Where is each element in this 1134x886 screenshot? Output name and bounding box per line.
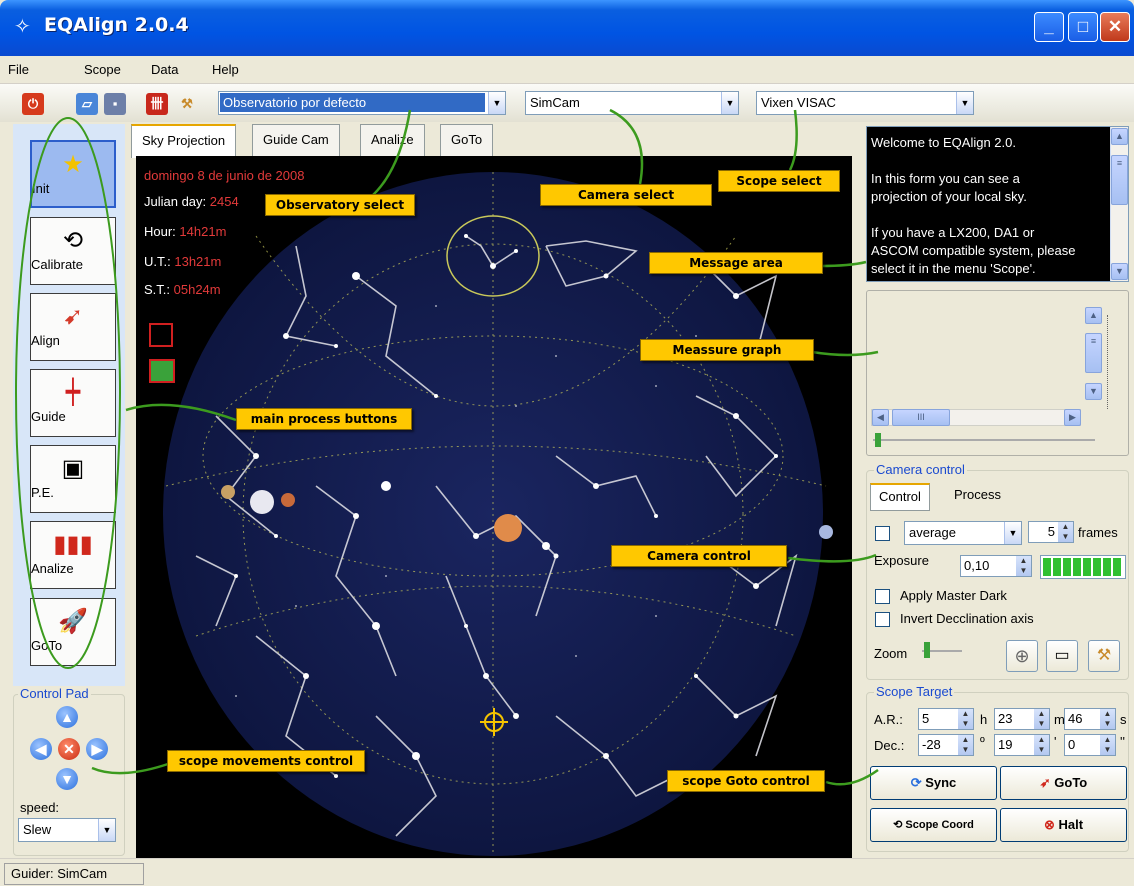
stop-icon: ⊗ bbox=[1043, 817, 1055, 832]
stepper-icon: ▲ ▼ bbox=[958, 709, 973, 729]
exposure-label: Exposure bbox=[874, 553, 929, 568]
crosshair-icon[interactable]: ⊕ bbox=[1006, 640, 1038, 672]
stepper-icon: ▲ ▼ bbox=[1034, 735, 1049, 755]
measure-graph: ▲ ≡ ▼ ◀ III ▶ bbox=[866, 290, 1129, 456]
stepper-icon: ▲ ▼ bbox=[1058, 522, 1073, 542]
average-checkbox[interactable] bbox=[875, 526, 890, 541]
ut-row: U.T.: 13h21m bbox=[144, 254, 222, 269]
chevron-right-icon[interactable]: ▶ bbox=[1064, 409, 1081, 426]
calibrate-icon: ⟲ bbox=[893, 819, 903, 831]
callout-camera-control: Camera control bbox=[611, 545, 787, 567]
invert-dec-label: Invert Decclination axis bbox=[900, 611, 1034, 626]
chevron-up-icon[interactable]: ▲ bbox=[1111, 128, 1128, 145]
dec-degrees-stepper[interactable]: -28 ▲ ▼ bbox=[918, 734, 974, 756]
rocket-icon: ➶ bbox=[1039, 775, 1051, 790]
callout-scope: Scope select bbox=[718, 170, 840, 192]
graph-slider[interactable] bbox=[873, 439, 1095, 441]
callout-observatory: Observatory select bbox=[265, 194, 415, 216]
callout-measure: Meassure graph bbox=[640, 339, 814, 361]
dec-minutes-unit: ' bbox=[1054, 734, 1057, 749]
camera-icon[interactable]: ▭ bbox=[1046, 640, 1078, 672]
scroll-thumb[interactable]: ≡ bbox=[1111, 155, 1128, 205]
stepper-icon: ▲ ▼ bbox=[1016, 556, 1031, 576]
ar-hours-stepper[interactable]: 5 ▲ ▼ bbox=[918, 708, 974, 730]
exposure-progress-bar bbox=[1040, 555, 1126, 579]
julian-day-row: Julian day: 2454 bbox=[144, 194, 239, 209]
callout-process: main process buttons bbox=[236, 408, 412, 430]
stepper-icon: ▲ ▼ bbox=[958, 735, 973, 755]
frames-stepper[interactable]: 5 ▲ ▼ bbox=[1028, 521, 1074, 543]
ar-hours-unit: h bbox=[980, 712, 988, 727]
stepper-icon: ▲ ▼ bbox=[1100, 709, 1115, 729]
callout-goto: scope Goto control bbox=[667, 770, 825, 792]
graph-hscroll-thumb[interactable]: III bbox=[892, 409, 950, 426]
hour-row: Hour: 14h21m bbox=[144, 224, 227, 239]
dec-seconds-stepper[interactable]: 0 ▲ ▼ bbox=[1064, 734, 1116, 756]
callout-camera: Camera select bbox=[540, 184, 712, 206]
chevron-up-icon[interactable]: ▲ bbox=[1085, 307, 1102, 324]
status-bar: Guider: SimCam bbox=[0, 858, 1134, 886]
halt-button[interactable]: ⊗ Halt bbox=[1000, 808, 1127, 842]
dec-label: Dec.: bbox=[874, 738, 905, 753]
arrow-up-button[interactable]: ▲ bbox=[56, 706, 78, 728]
exposure-stepper[interactable]: 0,10 ▲ ▼ bbox=[960, 555, 1032, 577]
scope-coord-button[interactable]: ⟲ Scope Coord bbox=[870, 808, 997, 842]
graph-vscroll-thumb[interactable]: ≡ bbox=[1085, 333, 1102, 373]
tab-camera-control[interactable]: Control bbox=[870, 483, 930, 511]
arrow-down-button[interactable]: ▼ bbox=[56, 768, 78, 790]
camera-control-title: Camera control bbox=[874, 462, 967, 477]
arrow-left-button[interactable]: ◀ bbox=[30, 738, 52, 760]
tab-sky-projection[interactable]: Sky Projection bbox=[131, 124, 237, 158]
status-guider: Guider: SimCam bbox=[4, 863, 144, 885]
tab-goto[interactable]: GoTo bbox=[440, 124, 494, 156]
chevron-down-icon[interactable]: ▼ bbox=[1085, 383, 1102, 400]
invert-dec-checkbox[interactable] bbox=[875, 612, 890, 627]
graph-ruler bbox=[1107, 315, 1123, 409]
control-pad-title: Control Pad bbox=[18, 686, 91, 701]
callout-movements: scope movements control bbox=[167, 750, 365, 772]
arrow-right-button[interactable]: ▶ bbox=[86, 738, 108, 760]
chevron-down-icon: ▼ bbox=[98, 819, 115, 841]
apply-dark-checkbox[interactable] bbox=[875, 589, 890, 604]
graph-slider-thumb[interactable] bbox=[875, 433, 881, 447]
scope-target-title: Scope Target bbox=[874, 684, 955, 699]
wrench-icon[interactable]: ⚒ bbox=[1088, 640, 1120, 672]
callout-message: Message area bbox=[649, 252, 823, 274]
speed-label: speed: bbox=[20, 800, 60, 815]
dec-minutes-stepper[interactable]: 19 ▲ ▼ bbox=[994, 734, 1050, 756]
sync-icon: ⟳ bbox=[910, 775, 922, 790]
message-scrollbar[interactable]: ▲ ≡ ▼ bbox=[1110, 127, 1128, 281]
dec-seconds-unit: '' bbox=[1120, 734, 1125, 749]
apply-dark-label: Apply Master Dark bbox=[900, 588, 1007, 603]
tab-guide-cam[interactable]: Guide Cam bbox=[252, 124, 340, 156]
chevron-left-icon[interactable]: ◀ bbox=[872, 409, 889, 426]
exposure-progress-fill bbox=[1043, 558, 1123, 576]
speed-select[interactable]: Slew ▼ bbox=[18, 818, 116, 842]
chevron-down-icon: ▼ bbox=[1004, 522, 1021, 544]
message-area: Welcome to EQAlign 2.0. In this form you… bbox=[866, 126, 1129, 282]
average-select[interactable]: average ▼ bbox=[904, 521, 1022, 545]
sky-date: domingo 8 de junio de 2008 bbox=[144, 168, 305, 183]
zoom-slider-thumb[interactable] bbox=[924, 642, 930, 658]
tab-analize[interactable]: Analize bbox=[360, 124, 425, 156]
frames-label: frames bbox=[1078, 525, 1118, 540]
ar-label: A.R.: bbox=[874, 712, 903, 727]
graph-hscroll[interactable]: ◀ III ▶ bbox=[871, 409, 1081, 426]
ar-seconds-unit: s bbox=[1120, 712, 1127, 727]
st-row: S.T.: 05h24m bbox=[144, 282, 221, 297]
ar-minutes-stepper[interactable]: 23 ▲ ▼ bbox=[994, 708, 1050, 730]
goto-target-button[interactable]: ➶ GoTo bbox=[1000, 766, 1127, 800]
sync-button[interactable]: ⟳ Sync bbox=[870, 766, 997, 800]
stepper-icon: ▲ ▼ bbox=[1034, 709, 1049, 729]
stepper-icon: ▲ ▼ bbox=[1100, 735, 1115, 755]
ar-seconds-stepper[interactable]: 46 ▲ ▼ bbox=[1064, 708, 1116, 730]
stop-button[interactable]: ✕ bbox=[58, 738, 80, 760]
dec-degrees-unit: º bbox=[980, 734, 985, 749]
chevron-down-icon[interactable]: ▼ bbox=[1111, 263, 1128, 280]
zoom-label: Zoom bbox=[874, 646, 908, 661]
tab-camera-process[interactable]: Process bbox=[946, 483, 1009, 511]
